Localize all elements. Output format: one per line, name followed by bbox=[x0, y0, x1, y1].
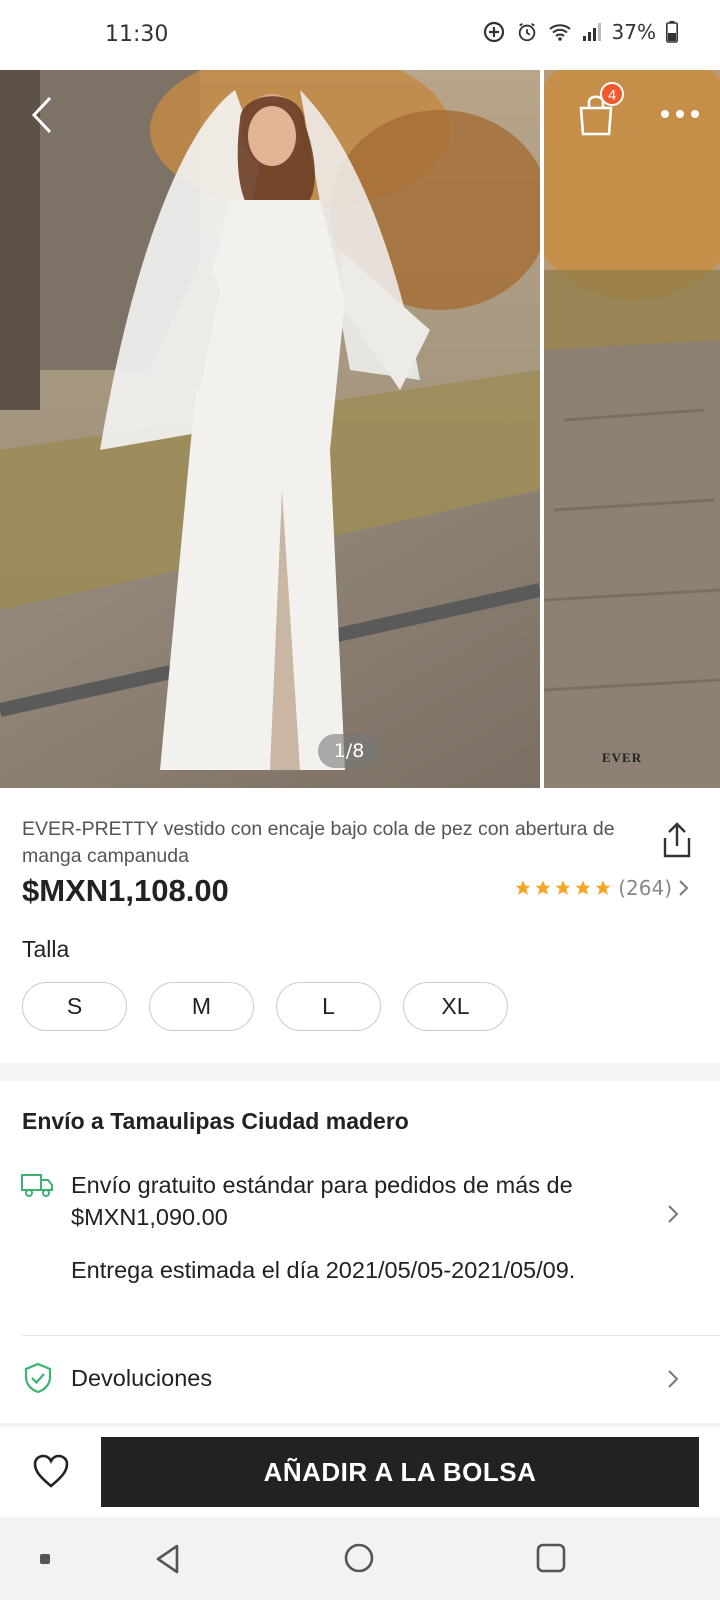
brand-watermark: EVER bbox=[602, 750, 643, 765]
photo-counter: 1/8 bbox=[318, 734, 380, 768]
more-options-icon[interactable] bbox=[655, 104, 705, 124]
wifi-icon bbox=[548, 24, 571, 41]
wedding-dress-photo bbox=[0, 70, 540, 788]
returns-row[interactable]: Devoluciones bbox=[71, 1365, 212, 1392]
chevron-right-icon[interactable] bbox=[666, 1203, 680, 1225]
rating-stars bbox=[514, 879, 612, 897]
signal-icon bbox=[582, 23, 601, 41]
rating-summary[interactable]: (264) bbox=[514, 876, 690, 900]
size-selector: S M L XL bbox=[22, 982, 508, 1031]
size-option-m[interactable]: M bbox=[149, 982, 254, 1031]
home-circle-icon[interactable] bbox=[343, 1542, 375, 1574]
size-option-s[interactable]: S bbox=[22, 982, 127, 1031]
star-icon bbox=[535, 880, 551, 895]
shipping-destination-heading: Envío a Tamaulipas Ciudad madero bbox=[22, 1108, 409, 1134]
path-photo bbox=[544, 70, 720, 788]
product-image-gallery[interactable]: 4 1/8 EVER bbox=[0, 70, 720, 788]
alarm-icon bbox=[518, 22, 535, 42]
star-icon bbox=[595, 880, 611, 895]
chevron-right-icon[interactable] bbox=[666, 1368, 680, 1390]
star-icon bbox=[575, 880, 591, 895]
back-arrow-icon[interactable] bbox=[24, 92, 60, 138]
chevron-right-icon bbox=[679, 880, 689, 896]
status-icons: 37% bbox=[482, 20, 678, 44]
status-bar: 11:30 37% bbox=[0, 0, 720, 70]
battery-level: 37% bbox=[611, 20, 656, 44]
free-shipping-info[interactable]: Envío gratuito estándar para pedidos de … bbox=[71, 1169, 661, 1233]
truck-icon bbox=[21, 1174, 53, 1197]
add-to-bag-button[interactable]: AÑADIR A LA BOLSA bbox=[101, 1437, 699, 1507]
dot-icon[interactable] bbox=[38, 1552, 52, 1566]
shield-check-icon bbox=[24, 1362, 52, 1394]
share-icon[interactable] bbox=[660, 820, 694, 860]
size-option-l[interactable]: L bbox=[276, 982, 381, 1031]
back-triangle-icon[interactable] bbox=[153, 1543, 183, 1575]
recents-square-icon[interactable] bbox=[535, 1542, 567, 1574]
delivery-estimate[interactable]: Entrega estimada el día 2021/05/05-2021/… bbox=[71, 1254, 661, 1286]
product-photo-next[interactable] bbox=[544, 70, 720, 788]
size-label: Talla bbox=[22, 936, 70, 962]
star-icon bbox=[515, 880, 531, 895]
size-option-xl[interactable]: XL bbox=[403, 982, 508, 1031]
section-separator bbox=[0, 1063, 720, 1081]
product-title: EVER-PRETTY vestido con encaje bajo cola… bbox=[22, 818, 615, 867]
product-photo-main[interactable] bbox=[0, 70, 540, 788]
rating-count: (264) bbox=[618, 876, 672, 900]
cart-count-badge: 4 bbox=[600, 82, 624, 106]
battery-icon bbox=[666, 21, 678, 43]
android-navigation-bar bbox=[0, 1517, 720, 1600]
star-icon bbox=[555, 880, 571, 895]
status-time: 11:30 bbox=[105, 22, 169, 47]
row-divider bbox=[22, 1335, 720, 1336]
product-price: $MXN1,108.00 bbox=[22, 873, 229, 908]
heart-icon[interactable] bbox=[32, 1453, 70, 1489]
data-saver-icon bbox=[483, 21, 504, 43]
